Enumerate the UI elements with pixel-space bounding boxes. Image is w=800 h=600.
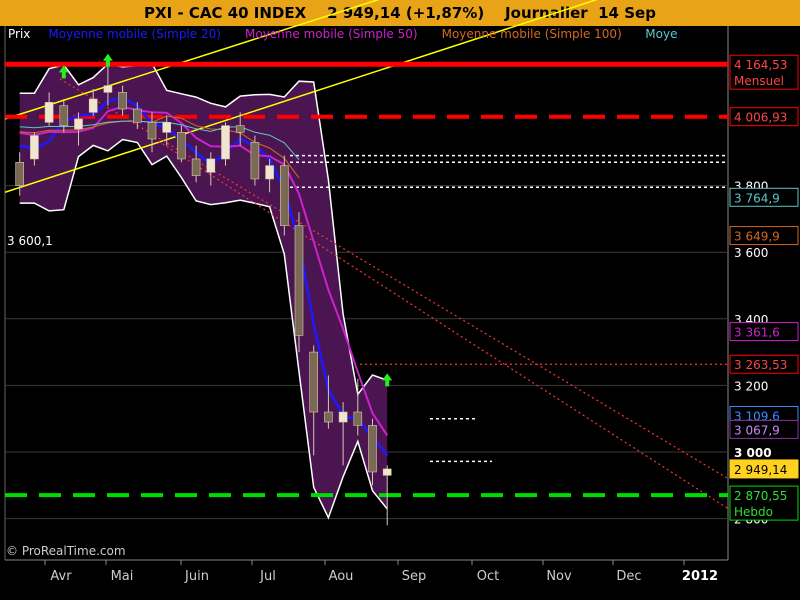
price-tag: 3 649,9 [729, 226, 799, 246]
price-tag: 2 870,55 Hebdo [729, 485, 799, 521]
candle [250, 135, 260, 186]
x-month-label: Mai [111, 569, 134, 584]
candle-body [353, 411, 363, 426]
candle-body [382, 468, 392, 476]
candle-body [235, 125, 245, 133]
x-month-label: Dec [616, 569, 641, 584]
legend-entry: Prix [8, 27, 30, 41]
candle-body [44, 102, 54, 123]
x-axis: Avr Mai Juin Jul Aou Sep Oct Nov Dec 2012 [44, 560, 718, 584]
price-tag: 3 764,9 [729, 187, 799, 207]
candle [294, 212, 304, 353]
y-tick-label: 3 000 [734, 446, 772, 460]
candle-body [265, 165, 274, 180]
candle-body [368, 425, 377, 473]
price-tag-label: 3 361,6 [734, 326, 780, 340]
price-chart: 3 8003 6003 4003 2003 0002 800 AvrMaiJui… [4, 0, 800, 584]
x-month-label: Jul [259, 569, 276, 584]
candle-body [88, 98, 98, 113]
price-tag-sub: Hebdo [734, 505, 773, 519]
candle [279, 155, 289, 236]
price-tag: 4 006,93 [729, 107, 799, 127]
candle-body [103, 85, 113, 93]
legend: Prix Moyenne mobile (Simple 20) Moyenne mo… [8, 27, 677, 41]
candle-body [324, 411, 333, 423]
price-tag: 4 164,53 Mensuel [729, 54, 799, 90]
candle-body [15, 161, 24, 186]
price-tag-label: 4 164,53 [734, 58, 787, 72]
price-tag: 2 949,14 [729, 459, 799, 479]
candle [221, 122, 230, 166]
candle-body [74, 118, 83, 130]
x-month-label: Oct [477, 569, 499, 584]
price-tag: 3 263,53 [729, 354, 799, 374]
legend-entry: Moyenne mobile (Simple 50) [245, 27, 418, 41]
candle-body [279, 165, 289, 226]
candle-body [177, 132, 186, 160]
y-tick-label: 3 600 [734, 246, 768, 260]
price-tag-sub: Mensuel [734, 74, 784, 88]
candle-body [338, 411, 348, 423]
candle-body [59, 105, 69, 126]
price-tag: 3 067,9 [729, 419, 799, 439]
x-month-label: Juin [184, 569, 209, 584]
candle-body [191, 158, 201, 176]
candle-body [206, 158, 216, 173]
legend-entry: Moyenne mobile (Simple 20) [48, 27, 221, 41]
y-tick-label: 3 200 [734, 379, 768, 393]
price-tag-label: 3 067,9 [734, 423, 780, 437]
candle-body [147, 122, 157, 140]
chart-window: PXI - CAC 40 INDEX 2 949,14 (+1,87%) Jou… [0, 0, 800, 600]
price-tag-label: 4 006,93 [734, 111, 787, 125]
x-month-label: Aou [329, 569, 354, 584]
candle-body [162, 122, 171, 133]
candle-body [30, 135, 39, 160]
legend-entry: Moye [645, 27, 677, 41]
price-tag-label: 2 949,14 [734, 463, 787, 477]
copyright-footer: © ProRealTime.com [6, 544, 126, 558]
x-month-label: Sep [402, 569, 427, 584]
candle-body [133, 108, 142, 123]
x-month-label: Nov [546, 569, 572, 584]
candle-body [294, 225, 304, 336]
x-month-label: Avr [50, 569, 72, 584]
candle-body [309, 351, 319, 413]
price-tag: 3 361,6 [729, 322, 799, 342]
price-axis-area [728, 26, 800, 560]
left-level-label: 3 600,1 [7, 234, 53, 248]
price-tag-label: 3 764,9 [734, 191, 780, 205]
x-month-label: 2012 [682, 569, 718, 584]
price-tag-label: 2 870,55 [734, 489, 787, 503]
candle-body [118, 92, 127, 110]
price-tag-label: 3 263,53 [734, 358, 787, 372]
candle-body [221, 125, 230, 160]
price-tag-label: 3 649,9 [734, 230, 780, 244]
candle-body [250, 142, 260, 180]
legend-entry: Moyenne mobile (Simple 100) [442, 27, 622, 41]
